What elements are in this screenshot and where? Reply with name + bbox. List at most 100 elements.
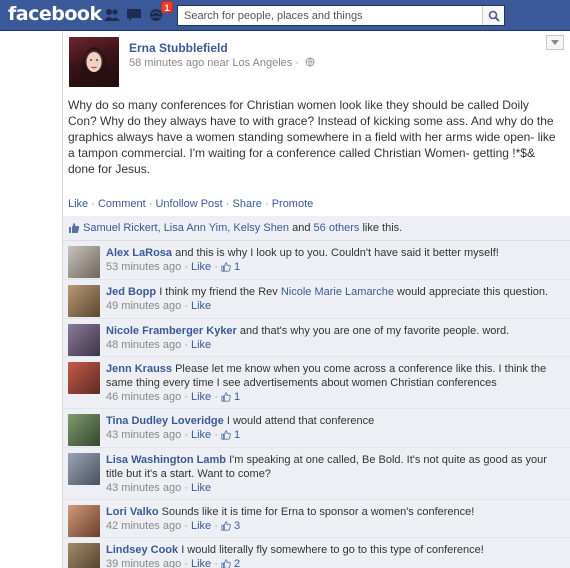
comment-item: Tina Dudley Loveridge I would attend tha… bbox=[63, 409, 570, 448]
post-timestamp-location[interactable]: 58 minutes ago near Los Angeles · bbox=[129, 57, 299, 69]
mentioned-user-link[interactable]: Nicole Marie Lamarche bbox=[281, 286, 394, 298]
comment-meta: 42 minutes ago · Like · 3 bbox=[106, 520, 241, 532]
commenter-avatar[interactable] bbox=[68, 285, 100, 317]
commenter-name[interactable]: Lisa Washington Lamb bbox=[106, 454, 226, 466]
thumbs-up-icon bbox=[221, 262, 231, 272]
separator: · bbox=[264, 198, 269, 210]
comment-item: Jed Bopp I think my friend the Rev Nicol… bbox=[63, 280, 570, 319]
story-options-button[interactable] bbox=[546, 35, 564, 50]
thumbs-up-icon bbox=[221, 559, 231, 568]
comment-like-link[interactable]: Like bbox=[191, 391, 211, 403]
commenter-avatar[interactable] bbox=[68, 505, 100, 537]
search-button[interactable] bbox=[482, 6, 504, 25]
thumbs-up-icon bbox=[69, 223, 80, 233]
comment-text-continued: would appreciate this question. bbox=[397, 286, 549, 298]
promote-link[interactable]: Promote bbox=[272, 198, 314, 210]
likes-and: and bbox=[292, 222, 311, 234]
commenter-name[interactable]: Lindsey Cook bbox=[106, 544, 178, 556]
story-card: Erna Stubblefield 58 minutes ago near Lo… bbox=[62, 31, 570, 568]
commenter-avatar[interactable] bbox=[68, 324, 100, 356]
comment-like-link[interactable]: Like bbox=[191, 520, 211, 532]
feedback-section: Samuel Rickert, Lisa Ann Yim, Kelsy Shen… bbox=[63, 216, 570, 568]
comment-text: Sounds like it is time for Erna to spons… bbox=[161, 506, 475, 518]
commenter-name[interactable]: Nicole Framberger Kyker bbox=[106, 325, 237, 337]
comment-body: Jenn Krauss Please let me know when you … bbox=[106, 362, 561, 404]
comment-meta: 49 minutes ago · Like bbox=[106, 300, 212, 312]
commenter-name[interactable]: Lori Valko bbox=[106, 506, 159, 518]
comment-link[interactable]: Comment bbox=[98, 198, 146, 210]
comment-body: Tina Dudley Loveridge I would attend tha… bbox=[106, 414, 561, 442]
comment-like-count[interactable]: 1 bbox=[234, 261, 240, 273]
comment-item: Lori Valko Sounds like it is time for Er… bbox=[63, 500, 570, 538]
comment-like-count[interactable]: 2 bbox=[234, 558, 240, 568]
likes-summary: Samuel Rickert, Lisa Ann Yim, Kelsy Shen… bbox=[63, 216, 570, 241]
thumbs-up-icon bbox=[221, 521, 231, 531]
comment-body: Jed Bopp I think my friend the Rev Nicol… bbox=[106, 285, 561, 313]
commenter-avatar[interactable] bbox=[68, 543, 100, 568]
comment-body: Nicole Framberger Kyker and that's why y… bbox=[106, 324, 561, 352]
comment-meta: 46 minutes ago · Like · 1 bbox=[106, 391, 241, 403]
thumbs-up-icon bbox=[221, 392, 231, 402]
post-text: Why do so many conferences for Christian… bbox=[68, 98, 556, 176]
comment-item: Lisa Washington Lamb I'm speaking at one… bbox=[63, 448, 570, 500]
comment-like-link[interactable]: Like bbox=[191, 300, 211, 312]
commenter-avatar[interactable] bbox=[68, 362, 100, 394]
chevron-down-icon bbox=[551, 40, 559, 45]
likers-names[interactable]: Samuel Rickert, Lisa Ann Yim, Kelsy Shen bbox=[83, 222, 289, 234]
author-avatar[interactable] bbox=[69, 37, 119, 87]
separator: · bbox=[148, 198, 153, 210]
unfollow-post-link[interactable]: Unfollow Post bbox=[155, 198, 222, 210]
like-link[interactable]: Like bbox=[68, 198, 88, 210]
comment-text: Please let me know when you come across … bbox=[106, 363, 547, 389]
search-icon bbox=[488, 10, 500, 22]
comment-item: Alex LaRosa and this is why I look up to… bbox=[63, 241, 570, 280]
comment-time[interactable]: 42 minutes ago bbox=[106, 520, 181, 532]
author-name[interactable]: Erna Stubblefield bbox=[129, 41, 228, 55]
comment-body: Lori Valko Sounds like it is time for Er… bbox=[106, 505, 561, 533]
top-navigation-bar: facebook 1 bbox=[0, 0, 570, 31]
share-link[interactable]: Share bbox=[233, 198, 262, 210]
globe-icon[interactable] bbox=[305, 57, 315, 67]
comment-like-link[interactable]: Like bbox=[191, 339, 211, 351]
comment-like-link[interactable]: Like bbox=[191, 558, 211, 568]
comment-text: and that's why you are one of my favorit… bbox=[239, 325, 510, 337]
commenter-avatar[interactable] bbox=[68, 246, 100, 278]
comment-like-link[interactable]: Like bbox=[191, 261, 211, 273]
post-meta: 58 minutes ago near Los Angeles · bbox=[129, 57, 315, 69]
comment-time[interactable]: 46 minutes ago bbox=[106, 391, 181, 403]
post-actions: Like · Comment · Unfollow Post · Share ·… bbox=[68, 198, 313, 210]
comment-text: I think my friend the Rev bbox=[159, 286, 278, 298]
comment-time[interactable]: 48 minutes ago bbox=[106, 339, 181, 351]
comment-text: I would attend that conference bbox=[226, 415, 375, 427]
comment-time[interactable]: 49 minutes ago bbox=[106, 300, 181, 312]
separator: · bbox=[91, 198, 95, 210]
friends-icon[interactable] bbox=[104, 8, 120, 22]
notification-badge[interactable]: 1 bbox=[161, 1, 173, 13]
comment-text: and this is why I look up to you. Couldn… bbox=[175, 247, 499, 259]
comment-item: Nicole Framberger Kyker and that's why y… bbox=[63, 319, 570, 357]
messages-icon[interactable] bbox=[126, 8, 142, 22]
comment-time[interactable]: 43 minutes ago bbox=[106, 429, 181, 441]
facebook-logo[interactable]: facebook bbox=[8, 3, 102, 25]
likes-others-link[interactable]: 56 others bbox=[314, 222, 360, 234]
commenter-name[interactable]: Tina Dudley Loveridge bbox=[106, 415, 224, 427]
comment-time[interactable]: 39 minutes ago bbox=[106, 558, 181, 568]
comment-like-link[interactable]: Like bbox=[191, 429, 211, 441]
comment-meta: 39 minutes ago · Like · 2 bbox=[106, 558, 241, 568]
comment-body: Lindsey Cook I would literally fly somew… bbox=[106, 543, 561, 568]
commenter-avatar[interactable] bbox=[68, 414, 100, 446]
comment-time[interactable]: 43 minutes ago bbox=[106, 482, 181, 494]
commenter-name[interactable]: Jed Bopp bbox=[106, 286, 156, 298]
commenter-name[interactable]: Alex LaRosa bbox=[106, 247, 172, 259]
comment-like-count[interactable]: 1 bbox=[234, 391, 240, 403]
commenter-name[interactable]: Jenn Krauss bbox=[106, 363, 172, 375]
comment-like-count[interactable]: 1 bbox=[234, 429, 240, 441]
comment-item: Lindsey Cook I would literally fly somew… bbox=[63, 538, 570, 568]
commenter-avatar[interactable] bbox=[68, 453, 100, 485]
comment-time[interactable]: 53 minutes ago bbox=[106, 261, 181, 273]
comment-text: I would literally fly somewhere to go to… bbox=[181, 544, 484, 556]
comment-like-link[interactable]: Like bbox=[191, 482, 211, 494]
search-input[interactable] bbox=[178, 6, 482, 25]
thumbs-up-icon bbox=[221, 430, 231, 440]
comment-like-count[interactable]: 3 bbox=[234, 520, 240, 532]
